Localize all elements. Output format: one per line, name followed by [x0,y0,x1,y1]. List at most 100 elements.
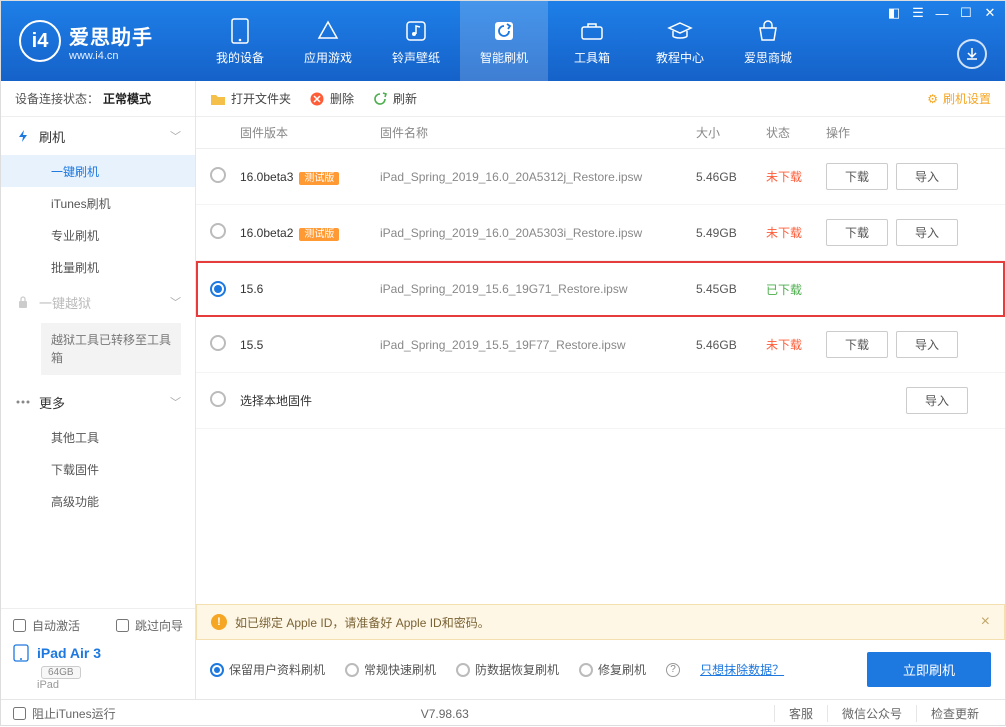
firmware-status: 未下载 [766,168,826,185]
footer-update[interactable]: 检查更新 [916,705,993,722]
opt-normal[interactable]: 常规快速刷机 [345,661,436,678]
row-operations: 导入 [826,387,991,414]
refresh-button[interactable]: 刷新 [372,90,417,107]
nav-my-device[interactable]: 我的设备 [196,1,284,81]
jailbreak-note: 越狱工具已转移至工具箱 [41,323,181,375]
firmware-table: 16.0beta3测试版 iPad_Spring_2019_16.0_20A53… [196,149,1005,604]
beta-tag: 测试版 [299,228,339,241]
row-radio[interactable] [210,167,226,183]
import-button[interactable]: 导入 [896,163,958,190]
firmware-size: 5.46GB [696,338,766,352]
import-button[interactable]: 导入 [906,387,968,414]
logo-area: i4 爱思助手 www.i4.cn [1,20,196,62]
sidebar-group-flash[interactable]: 刷机 ﹀ [1,117,195,155]
local-firmware-label: 选择本地固件 [240,392,380,409]
ipad-icon [13,644,29,662]
radio-icon [579,663,593,677]
nav-tutorials[interactable]: 教程中心 [636,1,724,81]
firmware-status: 未下载 [766,224,826,241]
sidebar-item-advanced[interactable]: 高级功能 [1,485,195,517]
download-button[interactable]: 下载 [826,219,888,246]
nav-flash[interactable]: 智能刷机 [460,1,548,81]
download-button[interactable]: 下载 [826,163,888,190]
menu-button[interactable]: ☰ [909,5,927,21]
nav-toolbox[interactable]: 工具箱 [548,1,636,81]
minimize-button[interactable]: — [933,5,951,21]
footer-support[interactable]: 客服 [774,705,827,722]
nav-apps[interactable]: 应用游戏 [284,1,372,81]
alert-close-button[interactable]: × [981,613,990,631]
connection-status: 设备连接状态： 正常模式 [1,81,195,117]
sidebar-item-oneclick[interactable]: 一键刷机 [1,155,195,187]
flash-now-button[interactable]: 立即刷机 [867,652,991,687]
sidebar-group-more[interactable]: 更多 ﹀ [1,383,195,421]
toolbar: 打开文件夹 删除 刷新 ⚙ 刷机设置 [196,81,1005,117]
row-radio[interactable] [210,223,226,239]
apps-icon [314,17,342,45]
maximize-button[interactable]: ☐ [957,5,975,21]
erase-data-link[interactable]: 只想抹除数据？ [700,661,784,678]
toolbox-icon [578,17,606,45]
row-radio[interactable] [210,281,226,297]
gear-icon: ⚙ [927,92,938,106]
sidebar-item-download[interactable]: 下载固件 [1,453,195,485]
firmware-row[interactable]: 16.0beta3测试版 iPad_Spring_2019_16.0_20A53… [196,149,1005,205]
lock-icon [15,294,31,310]
col-ops: 操作 [826,124,991,141]
version-text: 15.5 [240,338,263,352]
logo-icon: i4 [19,20,61,62]
firmware-row[interactable]: 15.6 iPad_Spring_2019_15.6_19G71_Restore… [196,261,1005,317]
nav-label: 我的设备 [216,49,264,66]
opt-keep-data[interactable]: 保留用户资料刷机 [210,661,325,678]
firmware-name: iPad_Spring_2019_15.6_19G71_Restore.ipsw [380,282,696,296]
col-version: 固件版本 [240,124,380,141]
device-info[interactable]: iPad Air 3 [13,638,183,664]
table-header: 固件版本 固件名称 大小 状态 操作 [196,117,1005,149]
sidebar-item-pro[interactable]: 专业刷机 [1,219,195,251]
row-radio[interactable] [210,391,226,407]
auto-activate-checkbox[interactable] [13,619,26,632]
row-radio[interactable] [210,335,226,351]
sidebar-item-batch[interactable]: 批量刷机 [1,251,195,283]
nav-label: 教程中心 [656,49,704,66]
app-title: 爱思助手 [69,21,153,50]
opt-anti-recovery[interactable]: 防数据恢复刷机 [456,661,559,678]
block-itunes-checkbox[interactable] [13,707,26,720]
nav-label: 爱思商城 [744,49,792,66]
firmware-row[interactable]: 15.5 iPad_Spring_2019_15.5_19F77_Restore… [196,317,1005,373]
nav-store[interactable]: 爱思商城 [724,1,812,81]
store-icon [754,17,782,45]
delete-icon [309,91,325,107]
delete-button[interactable]: 删除 [309,90,354,107]
import-button[interactable]: 导入 [896,219,958,246]
firmware-row[interactable]: 16.0beta2测试版 iPad_Spring_2019_16.0_20A53… [196,205,1005,261]
flash-icon [15,128,31,144]
beta-tag: 测试版 [299,172,339,185]
refresh-icon [372,91,388,107]
import-button[interactable]: 导入 [896,331,958,358]
help-icon[interactable]: ? [666,663,680,677]
downloads-button[interactable] [957,39,987,69]
skin-button[interactable]: ◧ [885,5,903,21]
close-button[interactable]: ✕ [981,5,999,21]
sidebar-group-jailbreak[interactable]: 一键越狱 ﹀ [1,283,195,321]
download-button[interactable]: 下载 [826,331,888,358]
open-folder-button[interactable]: 打开文件夹 [210,90,291,107]
sidebar-item-itunes[interactable]: iTunes刷机 [1,187,195,219]
sidebar-bottom: 自动激活 跳过向导 iPad Air 3 64GB iPad [1,608,195,699]
nav-ringtones[interactable]: 铃声壁纸 [372,1,460,81]
nav-label: 应用游戏 [304,49,352,66]
warning-icon: ! [211,614,227,630]
col-status: 状态 [766,124,826,141]
opt-repair[interactable]: 修复刷机 [579,661,646,678]
flash-settings-button[interactable]: ⚙ 刷机设置 [927,90,991,107]
sidebar-item-other[interactable]: 其他工具 [1,421,195,453]
footer-wechat[interactable]: 微信公众号 [827,705,916,722]
firmware-name: iPad_Spring_2019_15.5_19F77_Restore.ipsw [380,338,696,352]
flash-options: 保留用户资料刷机 常规快速刷机 防数据恢复刷机 修复刷机 ? 只想抹除数据？ 立… [196,640,1005,699]
local-firmware-row[interactable]: 选择本地固件 导入 [196,373,1005,429]
graduation-icon [666,17,694,45]
row-operations: 下载 导入 [826,331,991,358]
skip-wizard-checkbox[interactable] [116,619,129,632]
app-header: i4 爱思助手 www.i4.cn 我的设备 应用游戏 铃声壁纸 智能刷机 工具… [1,1,1005,81]
